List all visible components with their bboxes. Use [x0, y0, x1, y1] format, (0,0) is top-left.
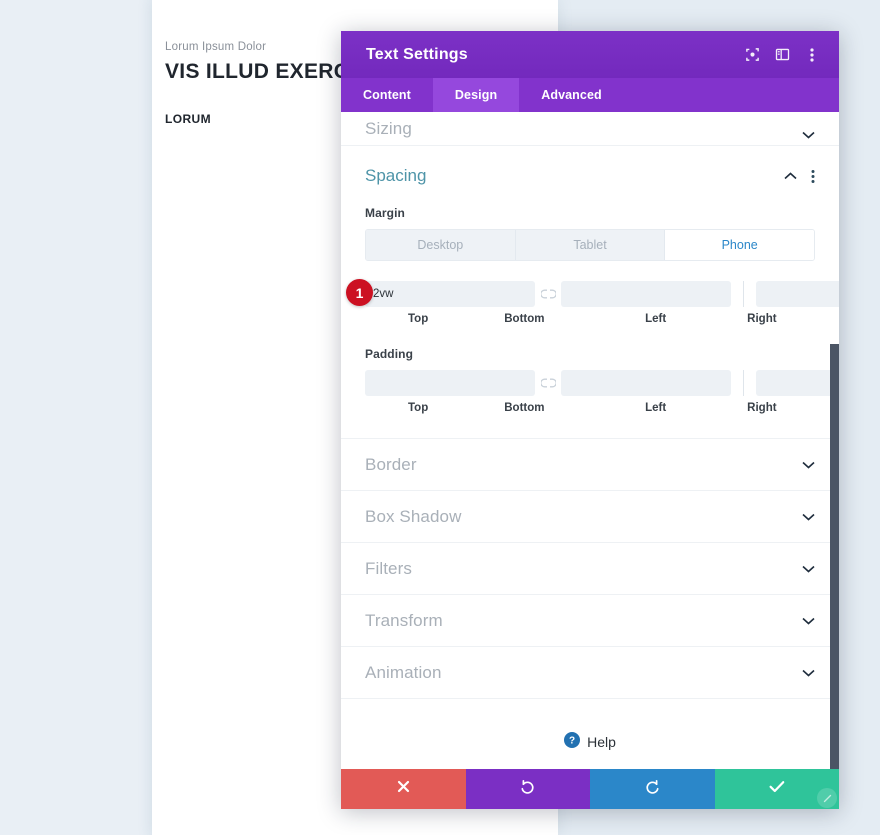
margin-device-toggle: Desktop Tablet Phone — [365, 229, 815, 261]
section-transform-label: Transform — [365, 610, 443, 630]
chevron-down-icon — [802, 565, 815, 573]
section-filters-label: Filters — [365, 558, 412, 578]
resize-handle[interactable] — [817, 788, 837, 808]
modal-scrollbar-thumb[interactable] — [830, 344, 839, 769]
layout-icon[interactable] — [767, 40, 797, 70]
tab-design[interactable]: Design — [432, 78, 520, 112]
chevron-down-icon — [802, 131, 815, 139]
undo-button[interactable] — [465, 769, 590, 809]
padding-labels-row: Top Bottom Left Right — [365, 402, 815, 414]
section-box-shadow-label: Box Shadow — [365, 506, 462, 526]
section-border[interactable]: Border — [341, 439, 839, 491]
margin-bottom-input[interactable] — [561, 281, 731, 307]
modal-header: Text Settings — [341, 31, 839, 78]
modal-scrollbar-track[interactable] — [830, 193, 839, 769]
margin-top-label: Top — [408, 313, 429, 325]
redo-icon — [644, 779, 660, 800]
padding-right-label: Right — [747, 402, 777, 414]
tab-advanced[interactable]: Advanced — [519, 78, 624, 112]
redo-button[interactable] — [590, 769, 715, 809]
section-animation[interactable]: Animation — [341, 647, 839, 699]
margin-top-input[interactable] — [365, 281, 535, 307]
undo-icon — [520, 779, 536, 800]
device-tablet[interactable]: Tablet — [515, 230, 666, 260]
padding-left-input[interactable] — [756, 370, 839, 396]
section-spacing-header[interactable]: Spacing — [365, 146, 815, 206]
modal-footer — [341, 769, 839, 809]
modal-tabbar: Content Design Advanced — [341, 78, 839, 112]
padding-label: Padding — [365, 347, 414, 361]
section-sizing-label: Sizing — [365, 119, 412, 138]
section-sizing[interactable]: Sizing — [341, 112, 839, 146]
tab-content[interactable]: Content — [341, 78, 433, 112]
section-box-shadow[interactable]: Box Shadow — [341, 491, 839, 543]
help-label: Help — [587, 734, 616, 750]
padding-divider — [743, 370, 744, 396]
svg-text:?: ? — [569, 735, 575, 746]
margin-divider — [743, 281, 744, 307]
spacing-more-vertical-icon[interactable] — [811, 169, 815, 184]
margin-right-label: Right — [747, 313, 777, 325]
help-link[interactable]: ? Help — [564, 731, 616, 753]
margin-label: Margin — [365, 206, 405, 220]
chevron-down-icon — [802, 617, 815, 625]
check-icon — [769, 780, 785, 798]
step-badge-1: 1 — [346, 279, 373, 306]
text-settings-modal: Text Settings Content Design Advanced Si… — [341, 31, 839, 809]
modal-body: Sizing Spacing Margin Desktop Tablet Pho… — [341, 112, 839, 769]
section-spacing: Spacing Margin Desktop Tablet Phone 1 2v… — [341, 146, 839, 439]
padding-top-label: Top — [408, 402, 429, 414]
margin-inputs-row: 1 — [346, 279, 839, 307]
cancel-button[interactable] — [341, 769, 466, 809]
device-phone[interactable]: Phone — [665, 230, 814, 260]
padding-top-input[interactable] — [365, 370, 535, 396]
device-desktop[interactable]: Desktop — [366, 230, 516, 260]
section-border-label: Border — [365, 454, 417, 474]
margin-labels-row: Top Bottom Left Right — [365, 313, 815, 325]
margin-link-vertical-icon[interactable] — [535, 289, 561, 299]
close-icon — [397, 780, 410, 798]
chevron-down-icon — [802, 513, 815, 521]
chevron-down-icon — [802, 669, 815, 677]
margin-left-input[interactable] — [756, 281, 839, 307]
help-area: ? Help — [341, 699, 839, 769]
padding-left-label: Left — [645, 402, 667, 414]
section-filters[interactable]: Filters — [341, 543, 839, 595]
section-animation-label: Animation — [365, 662, 442, 682]
help-icon: ? — [564, 731, 581, 753]
section-transform[interactable]: Transform — [341, 595, 839, 647]
padding-bottom-input[interactable] — [561, 370, 731, 396]
chevron-up-icon[interactable] — [784, 172, 797, 180]
margin-left-label: Left — [645, 313, 667, 325]
padding-link-vertical-icon[interactable] — [535, 378, 561, 388]
chevron-down-icon — [802, 461, 815, 469]
more-vertical-icon[interactable] — [797, 40, 827, 70]
focus-icon[interactable] — [737, 40, 767, 70]
padding-bottom-label: Bottom — [504, 402, 545, 414]
margin-bottom-label: Bottom — [504, 313, 545, 325]
modal-title: Text Settings — [366, 45, 468, 63]
padding-inputs-row — [365, 370, 839, 396]
section-spacing-label: Spacing — [365, 166, 427, 185]
